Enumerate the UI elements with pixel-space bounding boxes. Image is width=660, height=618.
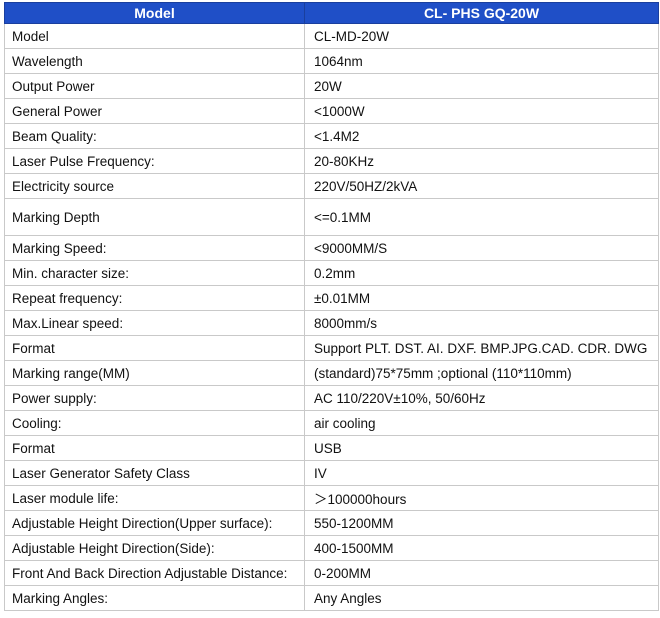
table-row: Marking Speed: <9000MM/S [4, 235, 659, 261]
row-label: Power supply: [4, 385, 305, 411]
row-label: Repeat frequency: [4, 285, 305, 311]
row-value: 8000mm/s [304, 310, 659, 336]
row-value: 550-1200MM [304, 510, 659, 536]
row-value: 20W [304, 73, 659, 99]
row-value: <9000MM/S [304, 235, 659, 261]
table-row: Front And Back Direction Adjustable Dist… [4, 560, 659, 586]
spec-table: Model CL- PHS GQ-20W Model CL-MD-20W Wav… [4, 2, 659, 611]
header-row: Model CL- PHS GQ-20W [4, 2, 659, 24]
row-label: Laser Pulse Frequency: [4, 148, 305, 174]
row-value: 0-200MM [304, 560, 659, 586]
row-label: Marking range(MM) [4, 360, 305, 386]
row-value: IV [304, 460, 659, 486]
row-value: CL-MD-20W [304, 23, 659, 49]
row-value: air cooling [304, 410, 659, 436]
row-value: ＞100000hours [304, 485, 659, 511]
table-row: Model CL-MD-20W [4, 23, 659, 49]
header-label-cell: Model [4, 2, 305, 24]
table-row: Laser Pulse Frequency: 20-80KHz [4, 148, 659, 174]
table-row: Format USB [4, 435, 659, 461]
row-label: Wavelength [4, 48, 305, 74]
row-value: 20-80KHz [304, 148, 659, 174]
row-label: Beam Quality: [4, 123, 305, 149]
table-row: Beam Quality: <1.4M2 [4, 123, 659, 149]
table-row: Laser module life: ＞100000hours [4, 485, 659, 511]
table-row: Max.Linear speed: 8000mm/s [4, 310, 659, 336]
table-row: Laser Generator Safety Class IV [4, 460, 659, 486]
row-label: Format [4, 335, 305, 361]
row-value: Support PLT. DST. AI. DXF. BMP.JPG.CAD. … [304, 335, 659, 361]
row-label: Front And Back Direction Adjustable Dist… [4, 560, 305, 586]
row-label: Max.Linear speed: [4, 310, 305, 336]
table-row: Cooling: air cooling [4, 410, 659, 436]
table-row: Marking Depth <=0.1MM [4, 198, 659, 236]
row-value: 0.2mm [304, 260, 659, 286]
row-value: 220V/50HZ/2kVA [304, 173, 659, 199]
table-row: Min. character size: 0.2mm [4, 260, 659, 286]
row-value: <1.4M2 [304, 123, 659, 149]
row-value: AC 110/220V±10%, 50/60Hz [304, 385, 659, 411]
table-row: Electricity source 220V/50HZ/2kVA [4, 173, 659, 199]
row-label: Model [4, 23, 305, 49]
table-row: Marking Angles: Any Angles [4, 585, 659, 611]
table-row: Repeat frequency: ±0.01MM [4, 285, 659, 311]
table-row: Wavelength 1064nm [4, 48, 659, 74]
table-row: Marking range(MM) (standard)75*75mm ;opt… [4, 360, 659, 386]
table-row: Format Support PLT. DST. AI. DXF. BMP.JP… [4, 335, 659, 361]
row-value: <1000W [304, 98, 659, 124]
row-label: Output Power [4, 73, 305, 99]
row-label: Laser module life: [4, 485, 305, 511]
table-row: Adjustable Height Direction(Upper surfac… [4, 510, 659, 536]
row-label: Marking Angles: [4, 585, 305, 611]
row-label: Format [4, 435, 305, 461]
row-label: Cooling: [4, 410, 305, 436]
row-value: (standard)75*75mm ;optional (110*110mm) [304, 360, 659, 386]
row-label: Marking Depth [4, 198, 305, 236]
row-value: 1064nm [304, 48, 659, 74]
table-row: Output Power 20W [4, 73, 659, 99]
table-row: Adjustable Height Direction(Side): 400-1… [4, 535, 659, 561]
table-body: Model CL-MD-20W Wavelength 1064nm Output… [4, 23, 659, 611]
header-value-cell: CL- PHS GQ-20W [304, 2, 659, 24]
row-label: Marking Speed: [4, 235, 305, 261]
table-row: General Power <1000W [4, 98, 659, 124]
row-label: Adjustable Height Direction(Upper surfac… [4, 510, 305, 536]
row-label: Laser Generator Safety Class [4, 460, 305, 486]
table-row: Power supply: AC 110/220V±10%, 50/60Hz [4, 385, 659, 411]
row-value: <=0.1MM [304, 198, 659, 236]
row-value: Any Angles [304, 585, 659, 611]
row-label: Adjustable Height Direction(Side): [4, 535, 305, 561]
table-header: Model CL- PHS GQ-20W [4, 2, 659, 24]
row-label: General Power [4, 98, 305, 124]
row-value: 400-1500MM [304, 535, 659, 561]
row-value: ±0.01MM [304, 285, 659, 311]
row-label: Electricity source [4, 173, 305, 199]
row-label: Min. character size: [4, 260, 305, 286]
row-value: USB [304, 435, 659, 461]
